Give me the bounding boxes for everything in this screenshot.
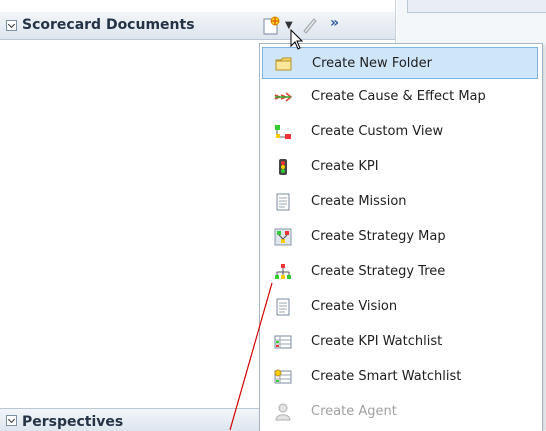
more-tools-button[interactable]: » xyxy=(330,15,339,31)
menu-item-label: Create KPI Watchlist xyxy=(311,334,443,349)
cause-effect-map-icon xyxy=(274,92,292,102)
menu-item-create-strategy-tree[interactable]: Create Strategy Tree xyxy=(262,256,538,288)
kpi-watchlist-icon xyxy=(274,335,292,349)
collapse-icon[interactable] xyxy=(6,415,17,426)
mission-document-icon xyxy=(276,193,290,211)
menu-item-create-smart-watchlist[interactable]: Create Smart Watchlist xyxy=(262,361,538,393)
menu-item-create-new-folder[interactable]: Create New Folder xyxy=(262,47,538,79)
perspectives-title: Perspectives xyxy=(22,414,124,430)
menu-item-label: Create Cause & Effect Map xyxy=(311,89,486,104)
menu-item-create-vision[interactable]: Create Vision xyxy=(262,291,538,323)
menu-item-label: Create Strategy Map xyxy=(311,229,446,244)
menu-item-create-agent: Create Agent xyxy=(262,396,538,428)
strategy-tree-icon xyxy=(275,264,291,279)
menu-item-label: Create Custom View xyxy=(311,124,444,139)
custom-view-icon xyxy=(275,125,291,139)
menu-item-create-kpi-watchlist[interactable]: Create KPI Watchlist xyxy=(262,326,538,358)
menu-item-label: Create Mission xyxy=(311,194,407,209)
mouse-cursor-icon xyxy=(290,29,304,50)
menu-item-label: Create Smart Watchlist xyxy=(311,369,462,384)
menu-item-label: Create Strategy Tree xyxy=(311,264,446,279)
right-pane-tab[interactable] xyxy=(407,0,546,13)
pane-title: Scorecard Documents xyxy=(22,17,195,33)
menu-item-label: Create KPI xyxy=(311,159,379,174)
menu-item-create-mission[interactable]: Create Mission xyxy=(262,186,538,218)
folder-icon xyxy=(275,57,292,71)
kpi-traffic-light-icon xyxy=(279,159,287,175)
menu-item-label: Create Vision xyxy=(311,299,398,314)
menu-item-label: Create Agent xyxy=(311,404,397,419)
strategy-map-icon xyxy=(274,228,292,246)
vision-document-icon xyxy=(276,298,290,316)
perspectives-header: Perspectives xyxy=(0,408,260,431)
smart-watchlist-icon xyxy=(274,369,292,384)
collapse-icon[interactable] xyxy=(6,20,17,31)
create-menu: Create New Folder Create Cause & Effect … xyxy=(259,43,543,431)
menu-item-create-cause-effect-map[interactable]: Create Cause & Effect Map xyxy=(262,81,538,113)
new-document-icon[interactable] xyxy=(262,16,282,35)
menu-item-create-strategy-map[interactable]: Create Strategy Map xyxy=(262,221,538,253)
menu-item-label: Create New Folder xyxy=(312,56,432,71)
scorecard-documents-header: Scorecard Documents ▼ » xyxy=(0,12,395,40)
menu-item-create-kpi[interactable]: Create KPI xyxy=(262,151,538,183)
agent-icon xyxy=(275,403,291,421)
menu-item-create-custom-view[interactable]: Create Custom View xyxy=(262,116,538,148)
